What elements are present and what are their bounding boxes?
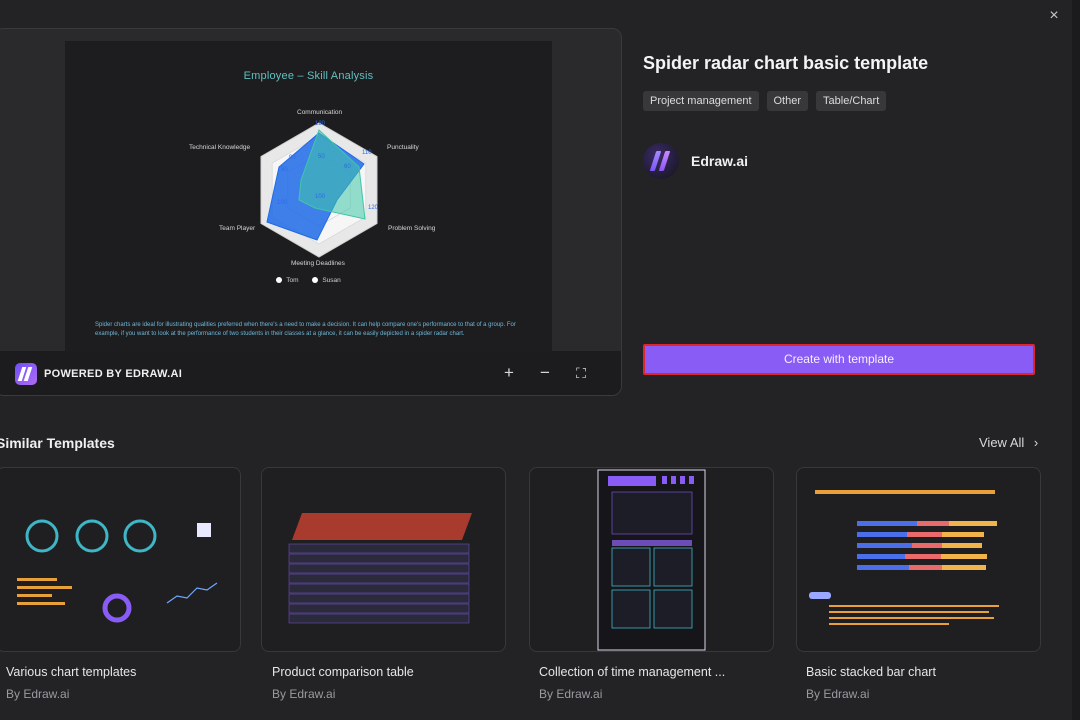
axis-label-communication: Communication: [297, 109, 343, 116]
card-title[interactable]: Various chart templates: [6, 665, 136, 679]
template-card-stacked-bar[interactable]: [796, 467, 1041, 652]
tick-label: 50: [318, 154, 325, 160]
axis-label-problem-solving: Problem Solving: [388, 225, 436, 232]
legend-item-tom: Tom: [276, 277, 299, 284]
axis-label-team-player: Team Player: [219, 225, 256, 232]
tick-label: 60: [344, 164, 351, 170]
similar-templates-heading: Similar Templates: [0, 435, 115, 451]
tag-project-management[interactable]: Project management: [643, 91, 759, 111]
preview-toolbar: POWERED BY EDRAW.AI + − ⛶: [0, 351, 621, 395]
author-info: Edraw.ai: [643, 143, 748, 179]
card-title[interactable]: Collection of time management ...: [539, 665, 725, 679]
tick-label: 80: [281, 167, 288, 173]
card-thumbnail: [809, 490, 999, 625]
axis-label-technical-knowledge: Technical Knowledge: [189, 144, 251, 151]
tick-label: 120: [315, 121, 326, 127]
card-author: By Edraw.ai: [272, 687, 336, 701]
tick-label: 120: [368, 205, 379, 211]
zoom-out-icon[interactable]: −: [535, 363, 555, 383]
axis-label-meeting-deadlines: Meeting Deadlines: [291, 260, 345, 267]
chart-legend: Tom Susan: [65, 277, 552, 284]
zoom-in-icon[interactable]: +: [499, 363, 519, 383]
view-all-label: View All: [979, 435, 1025, 450]
close-icon[interactable]: ×: [1044, 6, 1064, 26]
card-thumbnail: [288, 513, 472, 624]
create-with-template-button[interactable]: Create with template: [643, 344, 1035, 375]
card-title[interactable]: Product comparison table: [272, 665, 414, 679]
powered-by-label: POWERED BY EDRAW.AI: [44, 368, 183, 380]
card-title[interactable]: Basic stacked bar chart: [806, 665, 936, 679]
legend-item-susan: Susan: [312, 277, 341, 284]
axis-label-punctuality: Punctuality: [387, 144, 419, 151]
tick-label: 90: [289, 155, 296, 161]
chevron-right-icon: ›: [1033, 435, 1039, 450]
card-author: By Edraw.ai: [806, 687, 870, 701]
edraw-logo-icon: [15, 363, 37, 385]
template-preview: Employee – Skill Analysis Communication …: [0, 28, 622, 396]
author-name: Edraw.ai: [691, 153, 749, 169]
template-card-time-management[interactable]: [529, 467, 774, 652]
card-author: By Edraw.ai: [6, 687, 70, 701]
tag-other[interactable]: Other: [766, 91, 809, 111]
template-card-product-comparison[interactable]: [261, 467, 506, 652]
tag-table-chart[interactable]: Table/Chart: [816, 91, 887, 111]
card-thumbnail: [597, 469, 706, 651]
radar-chart: [260, 122, 378, 258]
card-author: By Edraw.ai: [539, 687, 603, 701]
tick-label: 100: [315, 194, 326, 200]
tag-list: Project management Other Table/Chart: [643, 91, 887, 111]
tick-label: 110: [362, 150, 372, 156]
template-card-various-charts[interactable]: [0, 467, 241, 652]
tick-label: 100: [277, 200, 288, 206]
template-title: Spider radar chart basic template: [643, 53, 929, 73]
avatar: [643, 143, 679, 179]
chart-description: Spider charts are ideal for illustrating…: [95, 322, 516, 337]
fullscreen-icon[interactable]: ⛶: [571, 363, 591, 383]
preview-canvas: Employee – Skill Analysis Communication …: [65, 41, 552, 361]
view-all-link[interactable]: View All ›: [979, 435, 1038, 450]
window-edge: [1072, 0, 1080, 720]
card-thumbnail: [17, 519, 218, 623]
